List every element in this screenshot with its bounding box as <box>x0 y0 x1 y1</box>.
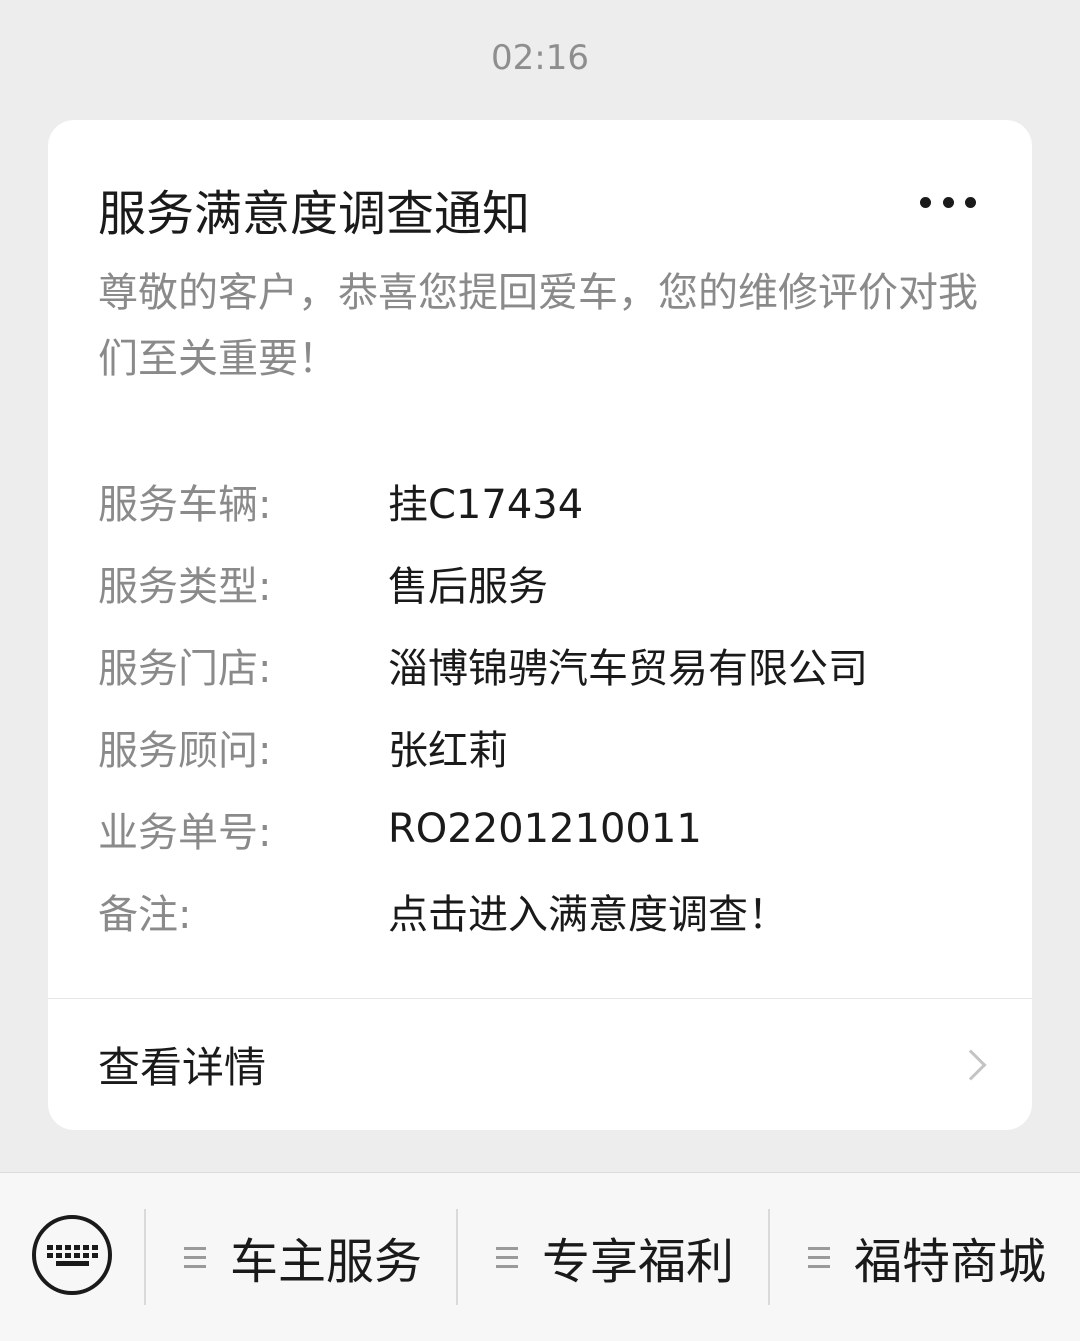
info-value: RO2201210011 <box>388 806 702 852</box>
menu-ford-mall[interactable]: 福特商城 <box>808 1209 1046 1305</box>
bottom-menu-bar: 车主服务 专享福利 福特商城 <box>0 1172 1080 1341</box>
info-key: 服务类型: <box>98 564 272 610</box>
info-key: 业务单号: <box>98 810 272 856</box>
info-key: 服务车辆: <box>98 482 272 528</box>
info-value: 淄博锦骋汽车贸易有限公司 <box>388 646 868 692</box>
card-title: 服务满意度调查通知 <box>98 186 531 242</box>
info-value: 挂C17434 <box>388 482 584 528</box>
info-row-store: 服务门店: 淄博锦骋汽车贸易有限公司 <box>98 624 988 706</box>
menu-separator <box>456 1209 458 1305</box>
info-value: 张红莉 <box>388 728 508 774</box>
menu-owner-service[interactable]: 车主服务 <box>184 1209 422 1305</box>
menu-label: 福特商城 <box>854 1234 1047 1290</box>
keyboard-icon[interactable] <box>32 1215 112 1295</box>
info-key: 服务门店: <box>98 646 272 692</box>
notification-card[interactable]: 服务满意度调查通知 尊敬的客户，恭喜您提回爱车，您的维修评价对我们至关重要！ 服… <box>48 120 1032 1130</box>
card-description: 尊敬的客户，恭喜您提回爱车，您的维修评价对我们至关重要！ <box>98 270 978 382</box>
menu-exclusive-benefits[interactable]: 专享福利 <box>496 1209 734 1305</box>
message-timestamp: 02:16 <box>491 38 589 78</box>
info-row-service-type: 服务类型: 售后服务 <box>98 542 988 624</box>
menu-label: 专享福利 <box>542 1234 735 1290</box>
menu-lines-icon <box>496 1246 518 1268</box>
menu-label: 车主服务 <box>230 1234 423 1290</box>
info-row-vehicle: 服务车辆: 挂C17434 <box>98 460 988 542</box>
info-row-advisor: 服务顾问: 张红莉 <box>98 706 988 788</box>
view-details-label: 查看详情 <box>98 1043 267 1092</box>
menu-separator <box>144 1209 146 1305</box>
info-rows: 服务车辆: 挂C17434 服务类型: 售后服务 服务门店: 淄博锦骋汽车贸易有… <box>98 460 988 952</box>
menu-separator <box>768 1209 770 1305</box>
info-key: 备注: <box>98 892 192 938</box>
info-value: 点击进入满意度调查！ <box>388 892 788 938</box>
info-key: 服务顾问: <box>98 728 272 774</box>
chevron-right-icon <box>955 1048 987 1081</box>
info-row-remark: 备注: 点击进入满意度调查！ <box>98 870 988 952</box>
menu-lines-icon <box>184 1246 206 1268</box>
info-row-order-number: 业务单号: RO2201210011 <box>98 788 988 870</box>
more-dots-icon[interactable] <box>920 194 976 210</box>
view-details-link[interactable]: 查看详情 <box>48 999 1032 1130</box>
info-value: 售后服务 <box>388 564 548 610</box>
menu-lines-icon <box>808 1246 830 1268</box>
